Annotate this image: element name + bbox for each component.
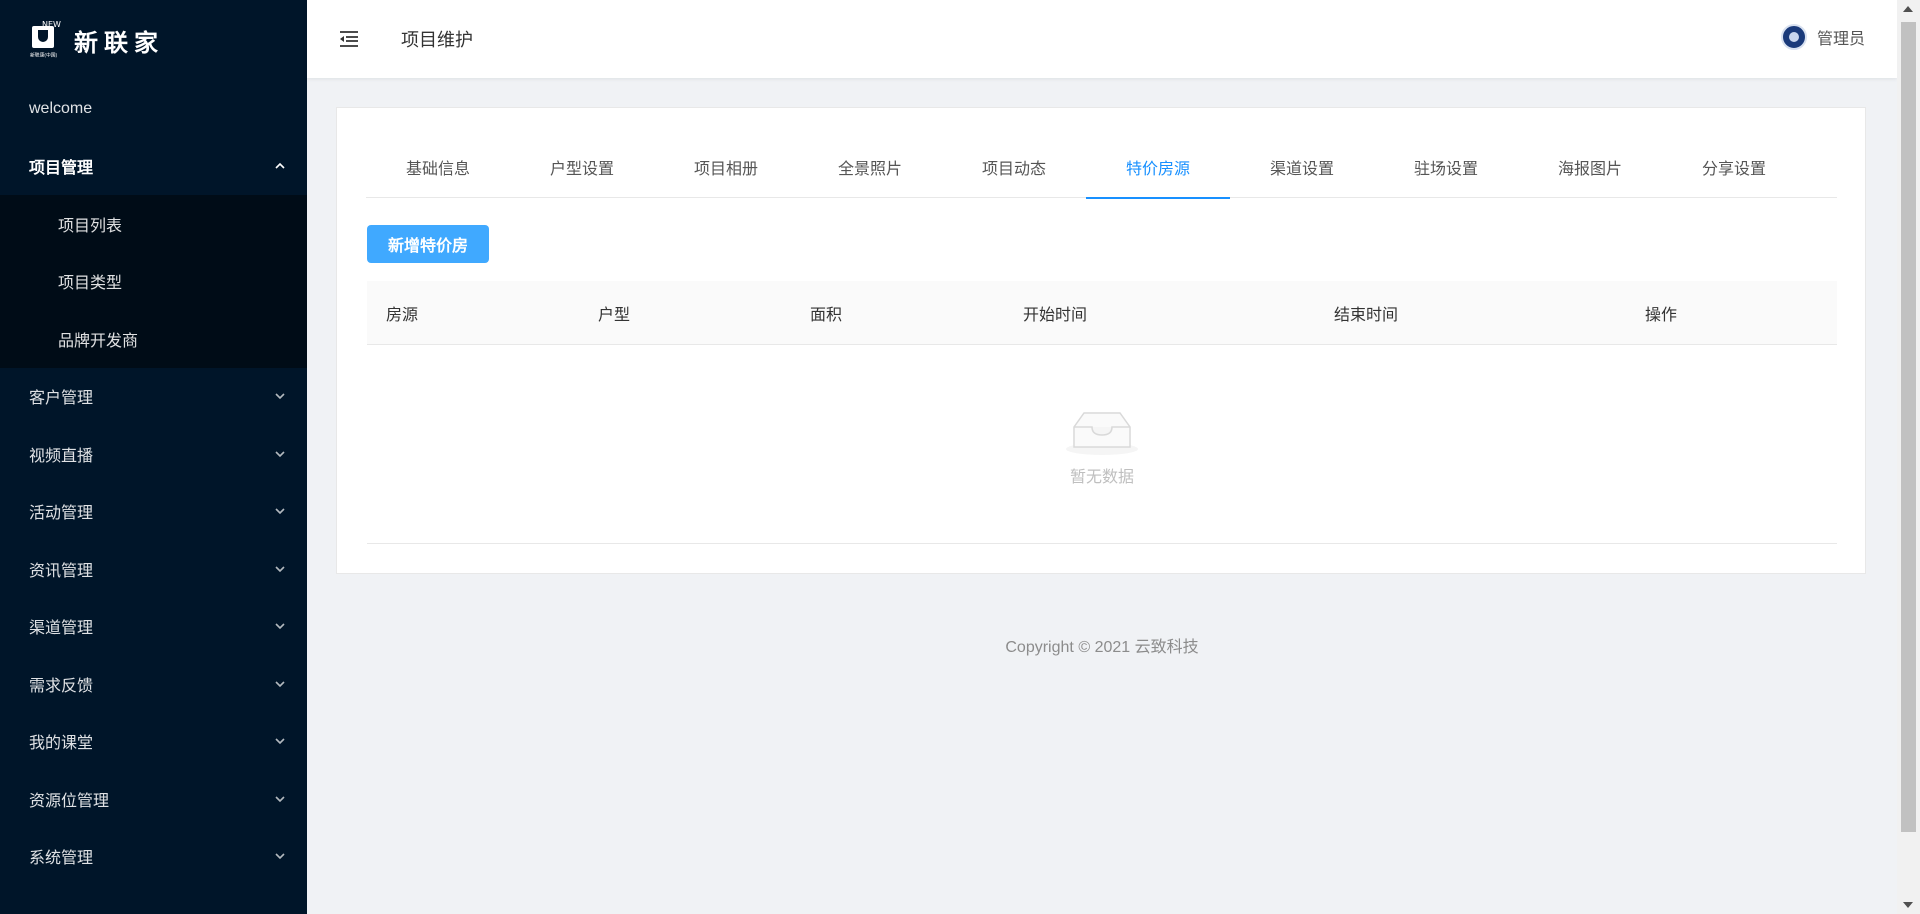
tab-basic-info[interactable]: 基础信息 [366,136,510,198]
special-offer-table: 房源 户型 面积 开始时间 结束时间 操作 暂无数据 [367,281,1837,544]
scroll-down-arrow-icon[interactable] [1903,902,1913,908]
scroll-up-arrow-icon[interactable] [1903,6,1913,12]
sidebar-item-project-management[interactable]: 项目管理 [0,138,307,196]
brand-logo-icon: NEW 新联康(中国) [30,20,61,59]
column-header-area[interactable]: 面积 [791,301,1004,325]
empty-text: 暂无数据 [1069,469,1134,486]
page-title: 项目维护 [401,30,473,50]
user-name: 管理员 [1816,31,1865,48]
chevron-down-icon [275,564,285,574]
content-card: 基础信息 户型设置 项目相册 全景照片 项目动态 特价房源 渠道设置 驻场设置 … [336,107,1866,574]
chevron-up-icon [275,161,285,171]
sidebar-item-activity-management[interactable]: 活动管理 [0,483,307,541]
chevron-down-icon [275,449,285,459]
tab-bar: 基础信息 户型设置 项目相册 全景照片 项目动态 特价房源 渠道设置 驻场设置 … [366,136,1837,199]
copyright-label: Copyright [1005,639,1074,656]
sidebar-item-feedback[interactable]: 需求反馈 [0,655,307,713]
copyright-icon: © [1078,639,1091,656]
sidebar-item-live-video[interactable]: 视频直播 [0,425,307,483]
submenu-project-management: 项目列表 项目类型 品牌开发商 [0,195,307,368]
chevron-down-icon [275,851,285,861]
chevron-down-icon [275,621,285,631]
sidebar-item-project-list[interactable]: 项目列表 [0,195,307,253]
user-menu[interactable]: 管理员 [1780,24,1865,50]
scrollbar-thumb[interactable] [1901,22,1916,832]
tab-panorama[interactable]: 全景照片 [798,136,942,198]
empty-state: 暂无数据 [367,345,1837,544]
menu-fold-icon[interactable] [337,27,361,51]
sidebar-item-news-management[interactable]: 资讯管理 [0,540,307,598]
sidebar-item-brand-developer[interactable]: 品牌开发商 [0,310,307,368]
column-header-listing[interactable]: 房源 [367,301,579,325]
tab-project-news[interactable]: 项目动态 [942,136,1086,198]
chevron-down-icon [275,679,285,689]
sidebar-item-project-type[interactable]: 项目类型 [0,253,307,311]
tab-share-settings[interactable]: 分享设置 [1662,136,1806,198]
sidebar-item-welcome[interactable]: welcome [0,80,307,138]
brand-name: 新联家 [74,29,164,57]
sidebar-item-customer-management[interactable]: 客户管理 [0,368,307,426]
table-header: 房源 户型 面积 开始时间 结束时间 操作 [367,281,1837,345]
logo[interactable]: NEW 新联康(中国) 新联家 [0,0,307,80]
vertical-scrollbar[interactable] [1897,0,1920,914]
add-special-offer-button[interactable]: 新增特价房 [367,225,489,263]
sidebar-item-system-management[interactable]: 系统管理 [0,828,307,886]
column-header-actions[interactable]: 操作 [1626,301,1837,325]
chevron-down-icon [275,736,285,746]
footer: Copyright © 2021 云致科技 [307,633,1897,657]
tab-special-offers[interactable]: 特价房源 [1086,136,1230,199]
tab-channel-settings[interactable]: 渠道设置 [1230,136,1374,198]
sidebar-item-my-classroom[interactable]: 我的课堂 [0,713,307,771]
empty-inbox-icon [1064,407,1140,457]
sidebar-item-resource-slot[interactable]: 资源位管理 [0,770,307,828]
column-header-start-time[interactable]: 开始时间 [1004,301,1315,325]
top-header: 项目维护 管理员 [307,0,1897,78]
sidebar-item-channel-management[interactable]: 渠道管理 [0,598,307,656]
tab-unit-settings[interactable]: 户型设置 [510,136,654,198]
chevron-down-icon [275,794,285,804]
tab-onsite-settings[interactable]: 驻场设置 [1374,136,1518,198]
tab-poster-images[interactable]: 海报图片 [1518,136,1662,198]
avatar [1780,24,1807,50]
chevron-down-icon [275,391,285,401]
column-header-unit-type[interactable]: 户型 [579,301,791,325]
copyright-text: 2021 云致科技 [1094,639,1199,656]
tab-project-album[interactable]: 项目相册 [654,136,798,198]
sidebar-menu: welcome 项目管理 项目列表 项目类型 品牌开发商 客户管理 视频直播 活… [0,80,307,885]
sidebar: NEW 新联康(中国) 新联家 welcome 项目管理 项目列表 项目类型 品… [0,0,307,914]
column-header-end-time[interactable]: 结束时间 [1315,301,1626,325]
chevron-down-icon [275,506,285,516]
